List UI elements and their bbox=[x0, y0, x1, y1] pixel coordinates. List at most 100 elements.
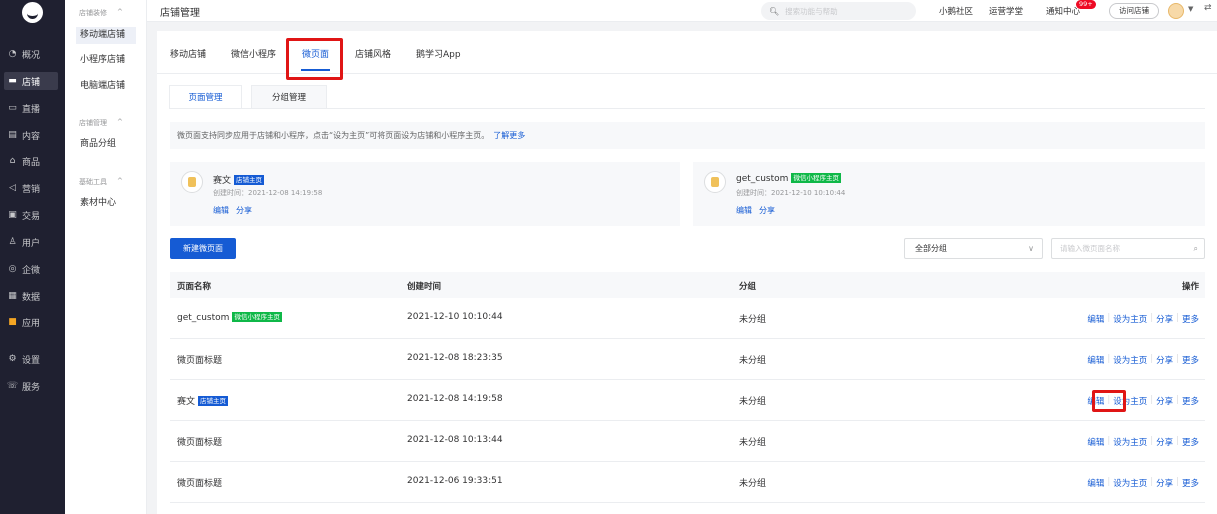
table-row: 微页面标题 2021-12-06 19:33:51 未分组 编辑 | 设为主页 | 分享… bbox=[170, 462, 1205, 503]
header-created: 创建时间 bbox=[407, 282, 442, 292]
learn-more-link[interactable]: 了解更多 bbox=[493, 131, 525, 140]
share-link[interactable]: 分享 bbox=[1156, 354, 1173, 366]
chevron-down-icon[interactable]: ▼ bbox=[1188, 5, 1193, 13]
rail-item-apps[interactable]: ■ 应用 bbox=[4, 313, 58, 331]
rail-item-settings[interactable]: ⚙ 设置 bbox=[4, 350, 58, 368]
divider bbox=[169, 108, 1205, 109]
sub-group-decoration[interactable]: 店铺装修 ^ bbox=[79, 8, 123, 18]
search-icon: ⌕ bbox=[1193, 244, 1198, 253]
created-time: 2021-12-06 19:33:51 bbox=[407, 476, 503, 486]
visit-shop-button[interactable]: 访问店铺 bbox=[1109, 3, 1159, 19]
rail-item-label: 应用 bbox=[22, 318, 41, 329]
subtab-group-management[interactable]: 分组管理 bbox=[251, 85, 327, 109]
edit-link[interactable]: 编辑 bbox=[1087, 477, 1104, 489]
tab-app[interactable]: 鹅学习App bbox=[416, 47, 461, 60]
share-link[interactable]: 分享 bbox=[1156, 395, 1173, 407]
more-link[interactable]: 更多 bbox=[1182, 436, 1199, 448]
rail-item-wecom[interactable]: ◎ 企微 bbox=[4, 260, 58, 278]
sub-item-pc-shop[interactable]: 电脑端店铺 bbox=[76, 78, 136, 95]
switch-icon[interactable]: ⇄ bbox=[1204, 3, 1212, 13]
share-link[interactable]: 分享 bbox=[759, 205, 775, 216]
tab-mobile-shop[interactable]: 移动店铺 bbox=[170, 47, 206, 60]
academy-link[interactable]: 运营学堂 bbox=[989, 5, 1023, 17]
user-icon: ♙ bbox=[8, 237, 17, 247]
rail-item-label: 商品 bbox=[22, 157, 41, 168]
created-time: 2021-12-08 18:23:35 bbox=[407, 353, 503, 363]
rail-item-service[interactable]: ☏ 服务 bbox=[4, 377, 58, 395]
rail-item-users[interactable]: ♙ 用户 bbox=[4, 233, 58, 251]
rail-item-label: 数据 bbox=[22, 292, 41, 303]
rail-item-trade[interactable]: ▣ 交易 bbox=[4, 206, 58, 224]
rail-item-label: 内容 bbox=[22, 131, 41, 142]
share-link[interactable]: 分享 bbox=[1156, 313, 1173, 325]
group-value: 未分组 bbox=[739, 438, 767, 448]
rail-item-overview[interactable]: ◔ 概况 bbox=[4, 45, 58, 63]
page-name-search-input[interactable]: 请输入微页面名称 ⌕ bbox=[1051, 238, 1205, 259]
global-search-input[interactable]: 🔍︎ 搜索功能与帮助 bbox=[761, 2, 916, 20]
created-time: 2021-12-10 10:10:44 bbox=[407, 312, 503, 322]
edit-link[interactable]: 编辑 bbox=[213, 205, 229, 216]
subtab-page-management[interactable]: 页面管理 bbox=[169, 85, 242, 109]
share-link[interactable]: 分享 bbox=[236, 205, 252, 216]
sub-item-material-center[interactable]: 素材中心 bbox=[76, 195, 136, 212]
apps-icon: ■ bbox=[8, 317, 17, 327]
set-home-link[interactable]: 设为主页 bbox=[1113, 354, 1147, 366]
shop-home-tag: 店铺主页 bbox=[198, 396, 229, 406]
rail-item-label: 服务 bbox=[22, 382, 41, 393]
tab-shop-style[interactable]: 店铺风格 bbox=[355, 47, 391, 60]
group-filter-select[interactable]: 全部分组 ∨ bbox=[904, 238, 1043, 259]
tab-miniprogram[interactable]: 微信小程序 bbox=[231, 47, 276, 60]
more-link[interactable]: 更多 bbox=[1182, 395, 1199, 407]
edit-link[interactable]: 编辑 bbox=[736, 205, 752, 216]
rail-item-live[interactable]: ▭ 直播 bbox=[4, 99, 58, 117]
shop-home-card: 赛文 店铺主页 创建时间：2021-12-08 14:19:58 编辑 分享 bbox=[170, 162, 680, 226]
notification-link[interactable]: 通知中心 bbox=[1046, 5, 1080, 17]
rail-item-marketing[interactable]: ◁ 营销 bbox=[4, 179, 58, 197]
shop-sub-sidebar: 店铺装修 ^ 移动端店铺 小程序店铺 电脑端店铺 店铺管理 ^ 商品分组 基础工具 ^… bbox=[65, 0, 147, 514]
edit-link[interactable]: 编辑 bbox=[1087, 436, 1104, 448]
set-home-link[interactable]: 设为主页 bbox=[1113, 477, 1147, 489]
notification-badge: 99+ bbox=[1076, 0, 1096, 9]
more-link[interactable]: 更多 bbox=[1182, 354, 1199, 366]
edit-link[interactable]: 编辑 bbox=[1087, 313, 1104, 325]
rail-item-data[interactable]: ▦ 数据 bbox=[4, 287, 58, 305]
edit-link[interactable]: 编辑 bbox=[1087, 354, 1104, 366]
rail-item-label: 设置 bbox=[22, 355, 41, 366]
header-group: 分组 bbox=[739, 282, 757, 292]
page-name: 微页面标题 bbox=[177, 438, 223, 448]
chevron-up-icon: ^ bbox=[117, 177, 123, 185]
new-micro-page-button[interactable]: 新建微页面 bbox=[170, 238, 236, 259]
rail-item-goods[interactable]: ⌂ 商品 bbox=[4, 152, 58, 170]
miniprogram-home-card: get_custom 微信小程序主页 创建时间：2021-12-10 10:10:… bbox=[693, 162, 1205, 226]
sub-item-mobile-shop[interactable]: 移动端店铺 bbox=[76, 27, 136, 44]
more-link[interactable]: 更多 bbox=[1182, 313, 1199, 325]
rail-item-shop[interactable]: ▬ 店铺 bbox=[4, 72, 58, 90]
community-link[interactable]: 小鹅社区 bbox=[939, 5, 973, 17]
home-card-name: get_custom bbox=[736, 174, 789, 184]
sub-item-miniprogram-shop[interactable]: 小程序店铺 bbox=[76, 52, 136, 69]
info-notice: 微页面支持同步应用于店铺和小程序，点击“设为主页”可将页面设为店铺和小程序主页。… bbox=[170, 122, 1205, 149]
home-card-time: 创建时间：2021-12-08 14:19:58 bbox=[213, 189, 323, 197]
sub-group-management[interactable]: 店铺管理 ^ bbox=[79, 118, 123, 128]
group-value: 未分组 bbox=[739, 315, 767, 325]
sub-item-goods-group[interactable]: 商品分组 bbox=[76, 136, 136, 153]
rail-item-label: 概况 bbox=[22, 50, 41, 61]
set-home-link[interactable]: 设为主页 bbox=[1113, 313, 1147, 325]
search-icon: 🔍︎ bbox=[769, 6, 780, 16]
service-icon: ☏ bbox=[6, 381, 19, 391]
goods-icon: ⌂ bbox=[9, 156, 16, 166]
share-link[interactable]: 分享 bbox=[1156, 436, 1173, 448]
more-link[interactable]: 更多 bbox=[1182, 477, 1199, 489]
miniprogram-home-tag: 微信小程序主页 bbox=[232, 312, 282, 322]
avatar[interactable] bbox=[1168, 3, 1184, 19]
set-home-link[interactable]: 设为主页 bbox=[1113, 436, 1147, 448]
app-logo[interactable] bbox=[22, 2, 43, 23]
created-time: 2021-12-08 10:13:44 bbox=[407, 435, 503, 445]
highlight-box-edit bbox=[1092, 390, 1126, 412]
home-card-time: 创建时间：2021-12-10 10:10:44 bbox=[736, 189, 846, 197]
rail-item-label: 交易 bbox=[22, 211, 41, 222]
miniprogram-home-tag: 微信小程序主页 bbox=[791, 173, 841, 183]
rail-item-content[interactable]: ▤ 内容 bbox=[4, 126, 58, 144]
sub-group-tools[interactable]: 基础工具 ^ bbox=[79, 177, 123, 187]
share-link[interactable]: 分享 bbox=[1156, 477, 1173, 489]
